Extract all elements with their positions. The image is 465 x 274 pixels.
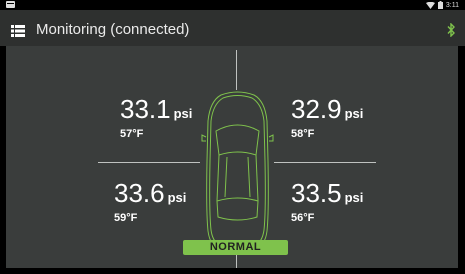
temperature-reading: 59°F: [114, 212, 138, 224]
tire-front-right: 32.9 psi 58°F: [291, 96, 363, 140]
wifi-icon: [425, 1, 435, 9]
tire-rear-left: 33.6 psi 59°F: [114, 180, 186, 224]
pressure-value: 33.5: [291, 178, 342, 208]
clock: 3:11: [445, 1, 459, 9]
monitoring-panel: 33.1 psi 57°F 32.9 psi 58°F 33.6 psi 59°F 3…: [6, 46, 458, 268]
pressure-value: 32.9: [291, 94, 342, 124]
horizontal-divider-right: [274, 162, 376, 163]
pressure-reading: 33.1 psi: [120, 96, 192, 122]
car-outline-icon: [201, 91, 274, 253]
pressure-unit: psi: [344, 190, 364, 205]
app-bar: Monitoring (connected): [0, 10, 465, 46]
temperature-reading: 56°F: [291, 212, 315, 224]
battery-icon: [437, 1, 443, 9]
pressure-unit: psi: [344, 106, 364, 121]
vertical-divider-bottom: [236, 254, 237, 268]
pressure-reading: 32.9 psi: [291, 96, 363, 122]
status-badge: NORMAL: [183, 240, 288, 255]
tire-front-left: 33.1 psi 57°F: [120, 96, 192, 140]
list-icon[interactable]: [11, 25, 25, 37]
page-title: Monitoring (connected): [36, 21, 190, 38]
notification-icon: [6, 1, 15, 8]
pressure-value: 33.1: [120, 94, 171, 124]
horizontal-divider-left: [98, 162, 200, 163]
pressure-unit: psi: [173, 106, 193, 121]
temperature-reading: 58°F: [291, 128, 315, 140]
bluetooth-icon[interactable]: [447, 23, 456, 37]
pressure-reading: 33.6 psi: [114, 180, 186, 206]
pressure-unit: psi: [167, 190, 187, 205]
app-window: 3:11 Monitoring (connected) 33.1 psi 57°F…: [0, 0, 465, 274]
temperature-reading: 57°F: [120, 128, 144, 140]
status-icons: 3:11: [425, 0, 459, 10]
pressure-value: 33.6: [114, 178, 165, 208]
pressure-reading: 33.5 psi: [291, 180, 363, 206]
vertical-divider-top: [236, 50, 237, 90]
tire-rear-right: 33.5 psi 56°F: [291, 180, 363, 224]
system-status-bar: 3:11: [0, 0, 465, 10]
